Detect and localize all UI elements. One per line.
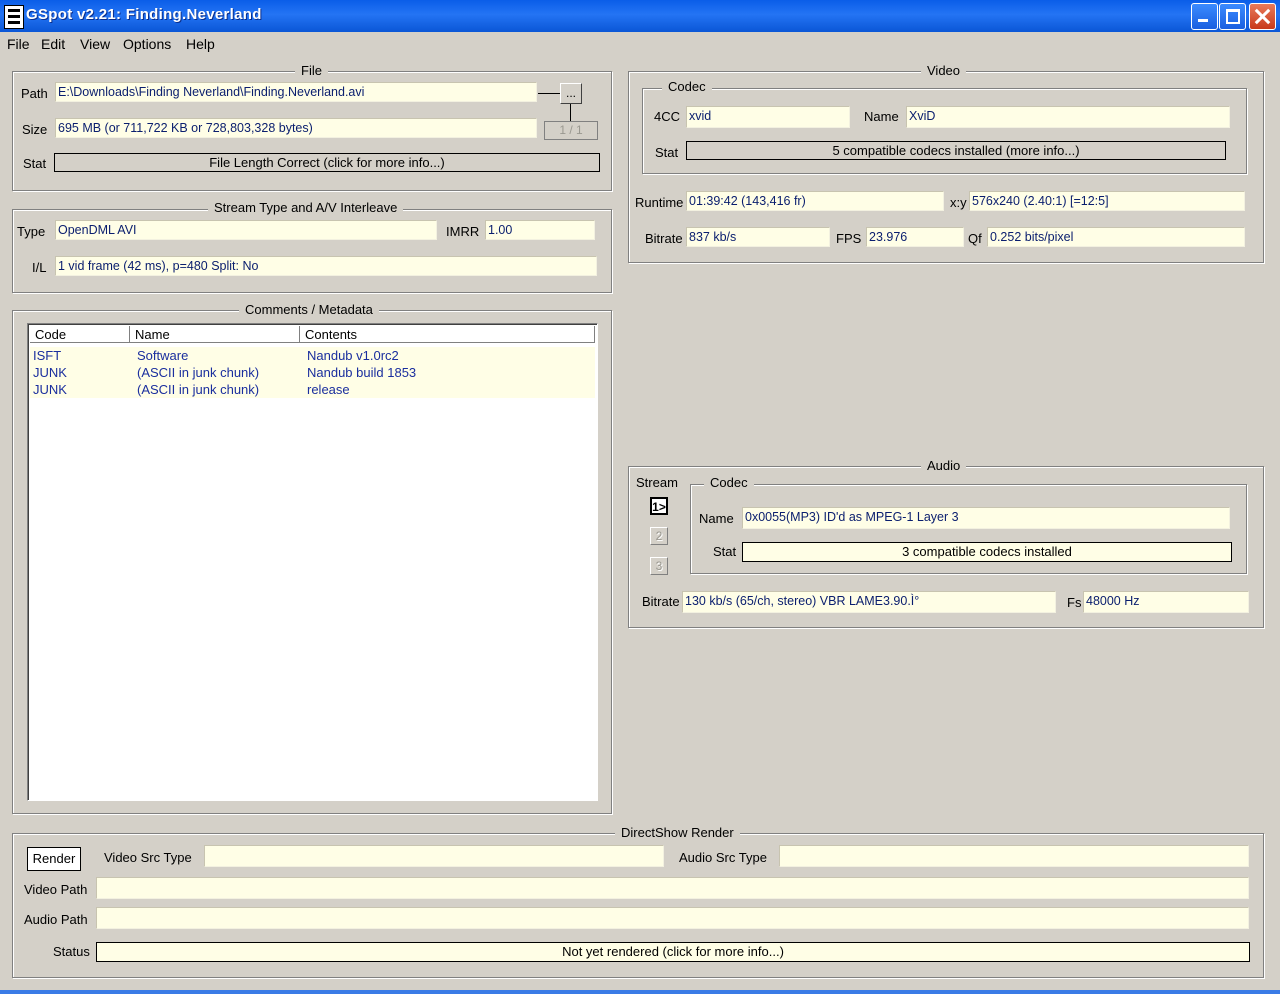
window-bottom-edge [0, 990, 1280, 994]
audio-codec-title: Codec [704, 475, 754, 490]
path-label: Path [21, 86, 48, 101]
table-row[interactable]: ISFT Software Nandub v1.0rc2 [30, 347, 595, 364]
menu-help[interactable]: Help [186, 36, 215, 52]
cell-code: JUNK [33, 382, 67, 397]
stream-label: Stream [636, 475, 678, 490]
title-bar[interactable]: GSpot v2.21: Finding.Neverland [0, 0, 1280, 32]
video-codec-group [642, 88, 1247, 174]
video-path-field[interactable] [96, 877, 1249, 899]
qf-field[interactable]: 0.252 bits/pixel [987, 227, 1245, 247]
stream-group-title: Stream Type and A/V Interleave [208, 200, 404, 215]
qf-label: Qf [968, 231, 982, 246]
audio-stream-1-button[interactable]: 1> [650, 497, 668, 515]
cell-code: JUNK [33, 365, 67, 380]
directshow-group-title: DirectShow Render [615, 825, 740, 840]
connector-line [538, 93, 560, 94]
video-bitrate-field[interactable]: 837 kb/s [686, 227, 830, 247]
file-group-title: File [295, 63, 328, 78]
render-button[interactable]: Render [27, 847, 81, 871]
stat-label: Stat [23, 156, 47, 171]
cell-name: (ASCII in junk chunk) [137, 365, 260, 380]
audio-stream-2-button[interactable]: 2 [650, 527, 668, 545]
menu-view[interactable]: View [80, 36, 110, 52]
audio-stream-3-button[interactable]: 3 [650, 557, 668, 575]
path-field[interactable]: E:\Downloads\Finding Neverland\Finding.N… [55, 82, 537, 102]
cell-name: Software [137, 348, 189, 363]
audio-stat-label: Stat [713, 544, 737, 559]
column-header-code[interactable]: Code [30, 326, 130, 343]
connector-line [570, 104, 571, 121]
metadata-list[interactable]: Code Name Contents ISFT Software Nandub … [27, 323, 598, 801]
fs-label: Fs [1067, 595, 1082, 610]
audio-bitrate-field[interactable]: 130 kb/s (65/ch, stereo) VBR LAME3.90.Ì° [682, 591, 1056, 613]
video-src-type-field[interactable] [204, 845, 664, 867]
close-button[interactable] [1249, 3, 1276, 30]
table-row[interactable]: JUNK (ASCII in junk chunk) release [30, 381, 595, 398]
maximize-button[interactable] [1219, 3, 1246, 30]
video-stat-box[interactable]: 5 compatible codecs installed (more info… [686, 141, 1226, 160]
menu-options[interactable]: Options [123, 36, 171, 52]
runtime-field[interactable]: 01:39:42 (143,416 fr) [686, 191, 944, 211]
audio-bitrate-label: Bitrate [642, 594, 680, 609]
menu-bar: File Edit View Options Help [0, 32, 1280, 54]
browse-button[interactable]: ... [560, 83, 582, 104]
audio-stat-box[interactable]: 3 compatible codecs installed [742, 542, 1232, 562]
menu-file[interactable]: File [7, 36, 30, 52]
fourcc-label: 4CC [654, 109, 681, 124]
audio-name-field[interactable]: 0x0055(MP3) ID'd as MPEG-1 Layer 3 [742, 507, 1230, 529]
table-row[interactable]: JUNK (ASCII in junk chunk) Nandub build … [30, 364, 595, 381]
menu-edit[interactable]: Edit [41, 36, 65, 52]
cell-code: ISFT [33, 348, 62, 363]
audio-path-field[interactable] [96, 907, 1249, 929]
il-label: I/L [32, 260, 47, 275]
cell-contents: Nandub v1.0rc2 [307, 348, 399, 363]
size-label: Size [22, 122, 48, 137]
column-header-name[interactable]: Name [130, 326, 300, 343]
window-title: GSpot v2.21: Finding.Neverland [26, 6, 262, 23]
audio-src-type-field[interactable] [779, 845, 1249, 867]
list-header: Code Name Contents [30, 326, 595, 344]
fourcc-field[interactable]: xvid [686, 106, 850, 128]
imrr-field[interactable]: 1.00 [485, 220, 595, 240]
il-field[interactable]: 1 vid frame (42 ms), p=480 Split: No [55, 256, 597, 276]
column-header-contents[interactable]: Contents [300, 326, 595, 343]
fps-label: FPS [836, 231, 862, 246]
fps-field[interactable]: 23.976 [866, 227, 964, 247]
audio-name-label: Name [699, 511, 734, 526]
fs-field[interactable]: 48000 Hz [1083, 591, 1249, 613]
file-stat-box[interactable]: File Length Correct (click for more info… [54, 153, 600, 172]
video-src-type-label: Video Src Type [104, 850, 192, 865]
minimize-button[interactable] [1191, 3, 1218, 30]
cell-name: (ASCII in junk chunk) [137, 382, 260, 397]
pages-button[interactable]: 1 / 1 [544, 121, 598, 140]
cell-contents: Nandub build 1853 [307, 365, 417, 380]
video-codec-title: Codec [662, 79, 712, 94]
render-status-box[interactable]: Not yet rendered (click for more info...… [96, 942, 1250, 962]
audio-src-type-label: Audio Src Type [679, 850, 767, 865]
status-label: Status [53, 944, 90, 959]
video-stat-label: Stat [655, 145, 679, 160]
cell-contents: release [307, 382, 350, 397]
video-name-field[interactable]: XviD [906, 106, 1230, 128]
type-label: Type [17, 224, 46, 239]
audio-group-title: Audio [921, 458, 967, 473]
imrr-label: IMRR [446, 224, 480, 239]
comments-group-title: Comments / Metadata [239, 302, 379, 317]
xy-field[interactable]: 576x240 (2.40:1) [=12:5] [969, 191, 1245, 211]
audio-path-label: Audio Path [24, 912, 88, 927]
video-name-label: Name [864, 109, 899, 124]
video-path-label: Video Path [24, 882, 88, 897]
size-field[interactable]: 695 MB (or 711,722 KB or 728,803,328 byt… [55, 118, 537, 138]
type-field[interactable]: OpenDML AVI [55, 220, 437, 240]
video-bitrate-label: Bitrate [645, 231, 683, 246]
app-icon[interactable] [4, 5, 24, 29]
runtime-label: Runtime [635, 195, 684, 210]
xy-label: x:y [950, 195, 967, 210]
video-group-title: Video [921, 63, 967, 78]
